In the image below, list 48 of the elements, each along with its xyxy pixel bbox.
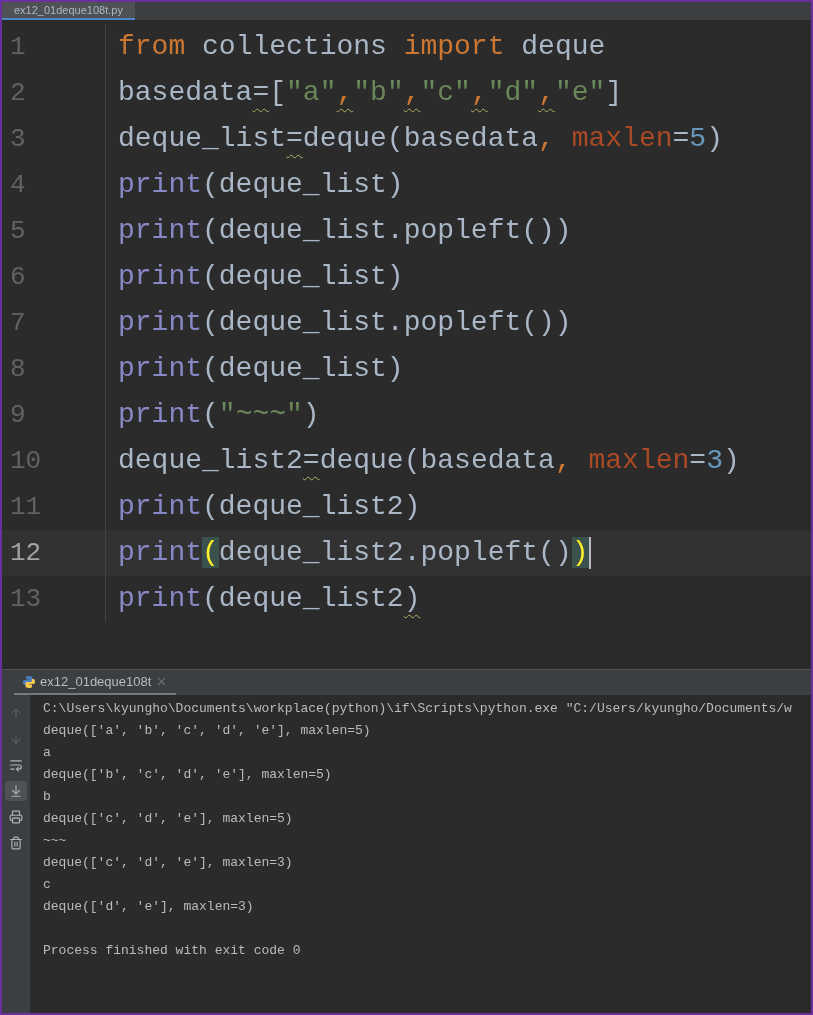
console-output-line: a <box>43 744 52 762</box>
console-output-line: ~~~ <box>43 832 68 850</box>
line-number: 7 <box>10 306 26 340</box>
line-number: 1 <box>10 30 26 64</box>
down-arrow-icon <box>9 732 23 746</box>
soft-wrap-icon <box>9 758 23 772</box>
scroll-to-end-button[interactable] <box>5 781 27 801</box>
line-number: 9 <box>10 398 26 432</box>
exit-message: Process finished with exit code 0 <box>43 942 302 960</box>
line-number: 3 <box>10 122 26 156</box>
code-line: basedata=["a","b","c","d","e"] <box>117 76 623 110</box>
trash-icon <box>9 836 23 850</box>
code-line: print(deque_list2.popleft()) <box>117 536 589 570</box>
code-line: print("~~~") <box>117 398 320 432</box>
scroll-to-end-icon <box>9 784 23 798</box>
line-number: 13 <box>10 582 42 616</box>
code-line: deque_list=deque(basedata, maxlen=5) <box>117 122 723 156</box>
text-cursor <box>588 537 591 569</box>
code-line: print(deque_list2) <box>117 582 421 616</box>
code-line: print(deque_list.popleft()) <box>117 306 572 340</box>
line-number: 10 <box>10 444 42 478</box>
console-output-line: deque(['b', 'c', 'd', 'e'], maxlen=5) <box>43 766 333 784</box>
python-logo-icon <box>22 674 36 689</box>
code-line: deque_list2=deque(basedata, maxlen=3) <box>117 444 740 478</box>
line-number: 5 <box>10 214 26 248</box>
console-output-line: c <box>43 876 52 894</box>
code-line: print(deque_list) <box>117 260 404 294</box>
line-number: 8 <box>10 352 26 386</box>
line-number: 2 <box>10 76 26 110</box>
line-number: 6 <box>10 260 26 294</box>
console-output-line: b <box>43 788 52 806</box>
line-number: 4 <box>10 168 26 202</box>
code-line: print(deque_list) <box>117 168 404 202</box>
console-output-line: deque(['c', 'd', 'e'], maxlen=3) <box>43 854 294 872</box>
up-arrow-icon <box>9 706 23 720</box>
code-line: from collections import deque <box>117 30 606 64</box>
code-line: print(deque_list.popleft()) <box>117 214 572 248</box>
line-number: 12 <box>10 536 42 570</box>
code-line: print(deque_list) <box>117 352 404 386</box>
printer-icon <box>9 810 23 824</box>
editor-tab[interactable]: ex12_01deque108t.py <box>2 2 135 20</box>
console-output-line: deque(['a', 'b', 'c', 'd', 'e'], maxlen=5) <box>43 722 372 740</box>
code-line: print(deque_list2) <box>117 490 421 524</box>
console-output-line: C:\Users\kyungho\Documents\workplace(python)\if\Scripts\python.exe "C:/Users/kyungho/Documents/w <box>43 700 793 718</box>
line-number: 11 <box>10 490 42 524</box>
console-output-line: deque(['d', 'e'], maxlen=3) <box>43 898 255 916</box>
console-output-line: deque(['c', 'd', 'e'], maxlen=5) <box>43 810 294 828</box>
run-tab[interactable]: ex12_01deque108t <box>14 670 177 695</box>
